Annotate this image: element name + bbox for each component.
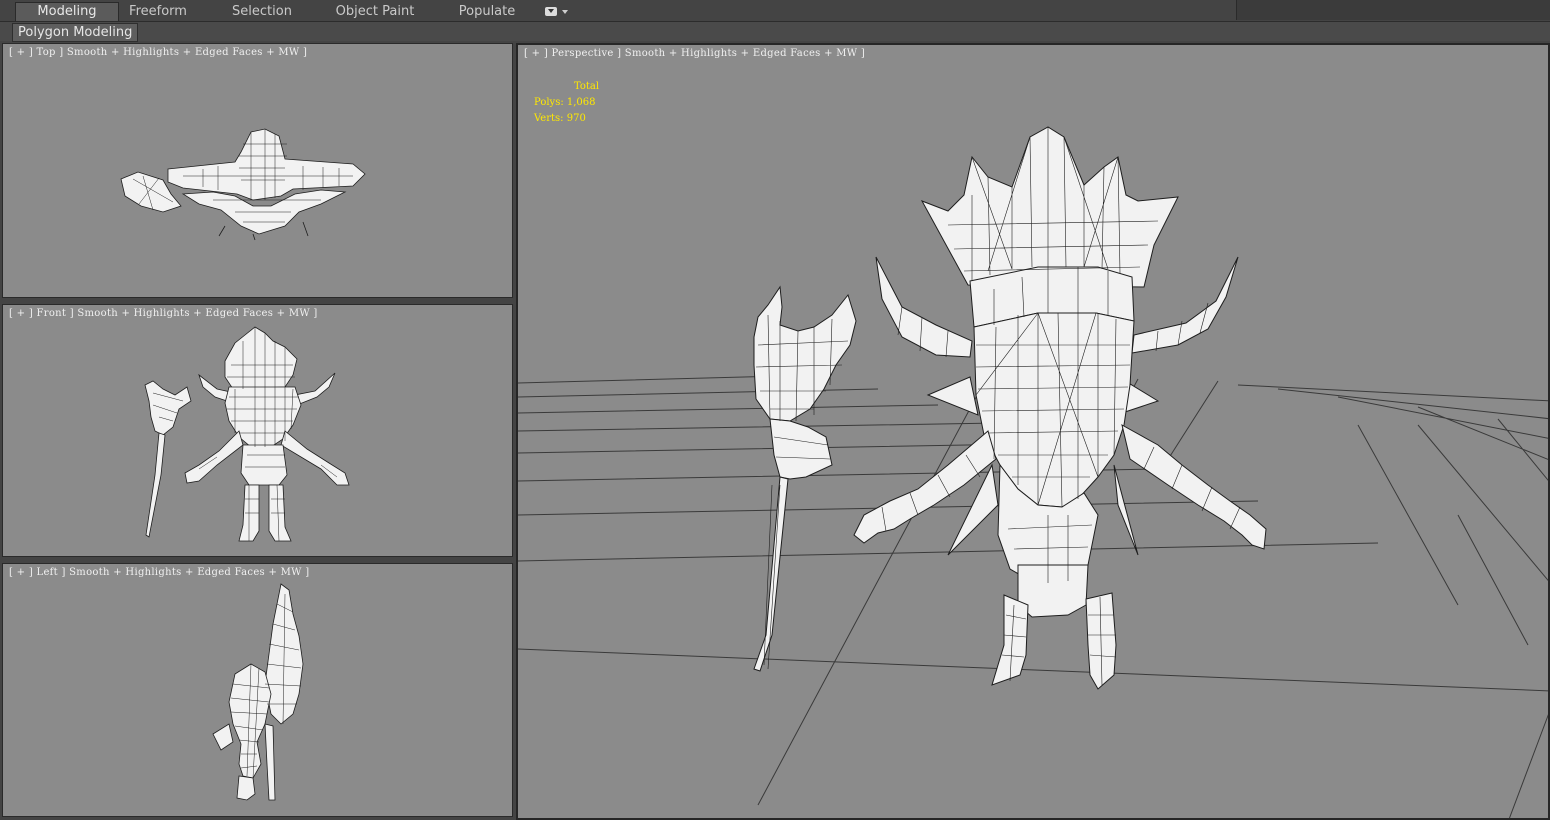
viewport-left[interactable]: [ + ] Left ] Smooth + Highlights + Edged…: [2, 563, 513, 817]
chevron-down-icon[interactable]: [562, 10, 568, 14]
tab-freeform[interactable]: Freeform: [118, 3, 198, 21]
top-view-model: [120, 128, 366, 241]
tab-object-paint[interactable]: Object Paint: [330, 3, 420, 21]
viewport-front[interactable]: [ + ] Front ] Smooth + Highlights + Edge…: [2, 304, 513, 557]
left-view-model: [212, 583, 304, 801]
ribbon: Modeling Freeform Selection Object Paint…: [0, 0, 1550, 22]
sub-ribbon: [0, 22, 1550, 41]
perspective-scene: [518, 126, 1548, 818]
tab-polygon-modeling[interactable]: Polygon Modeling: [12, 23, 139, 42]
ribbon-empty-area: [1236, 0, 1550, 20]
tab-modeling[interactable]: Modeling: [15, 2, 119, 21]
front-view-model: [144, 326, 350, 542]
viewport-perspective[interactable]: [ + ] Perspective ] Smooth + Highlights …: [516, 43, 1550, 820]
ribbon-minimize-icon[interactable]: [545, 7, 557, 16]
tab-selection[interactable]: Selection: [220, 3, 304, 21]
tab-populate[interactable]: Populate: [450, 3, 524, 21]
viewport-top[interactable]: [ + ] Top ] Smooth + Highlights + Edged …: [2, 43, 513, 298]
